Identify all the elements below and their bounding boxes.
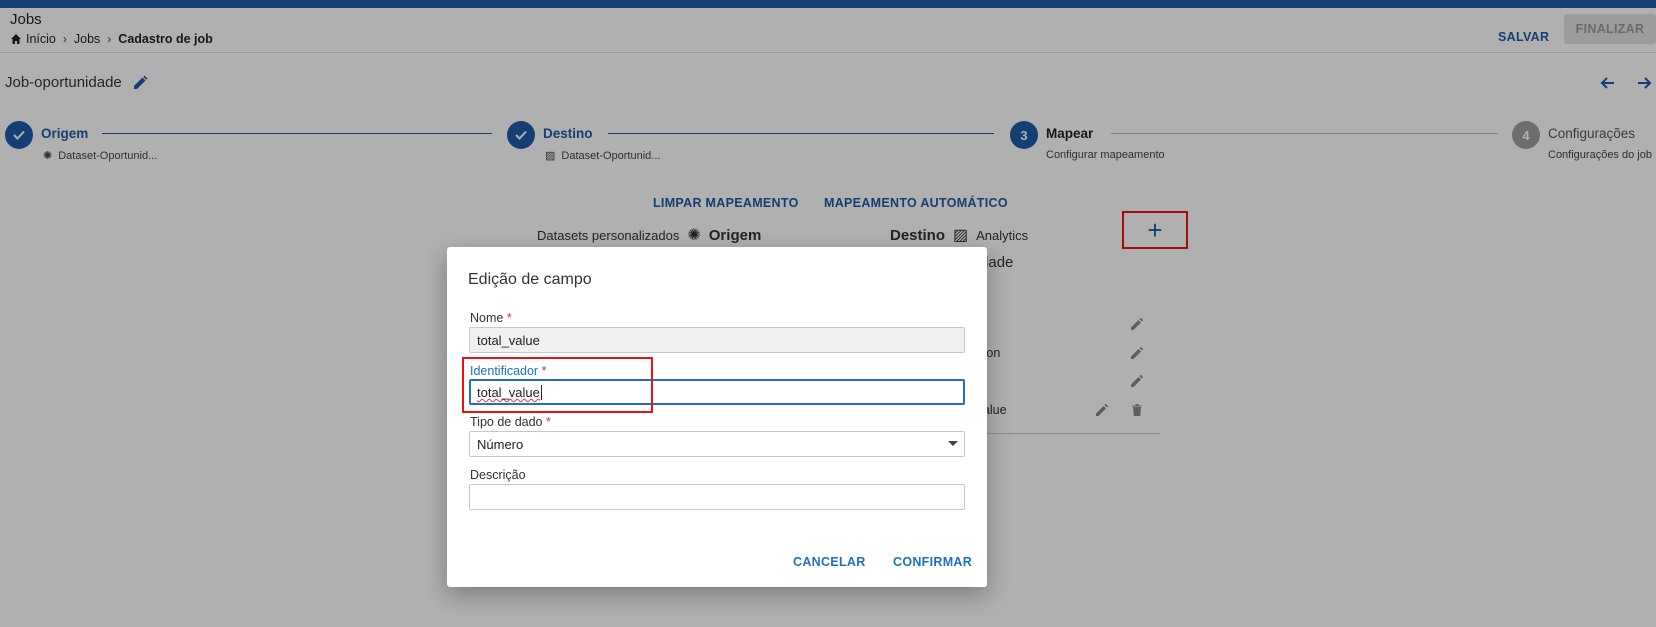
identifier-highlight — [462, 357, 653, 413]
required-mark: * — [506, 311, 512, 325]
description-label: Descrição — [470, 468, 526, 482]
cancel-button[interactable]: CANCELAR — [793, 555, 866, 569]
datatype-select[interactable]: Número — [469, 431, 965, 457]
name-label: Nome * — [470, 311, 512, 325]
datatype-label: Tipo de dado * — [470, 415, 551, 429]
caret-down-icon — [948, 441, 958, 446]
dialog-title: Edição de campo — [468, 271, 592, 288]
required-mark: * — [546, 415, 551, 429]
edit-field-dialog: Edição de campo Nome * total_value Ident… — [447, 247, 987, 587]
name-field[interactable]: total_value — [469, 327, 965, 353]
confirm-button[interactable]: CONFIRMAR — [893, 555, 972, 569]
description-field[interactable] — [469, 484, 965, 510]
